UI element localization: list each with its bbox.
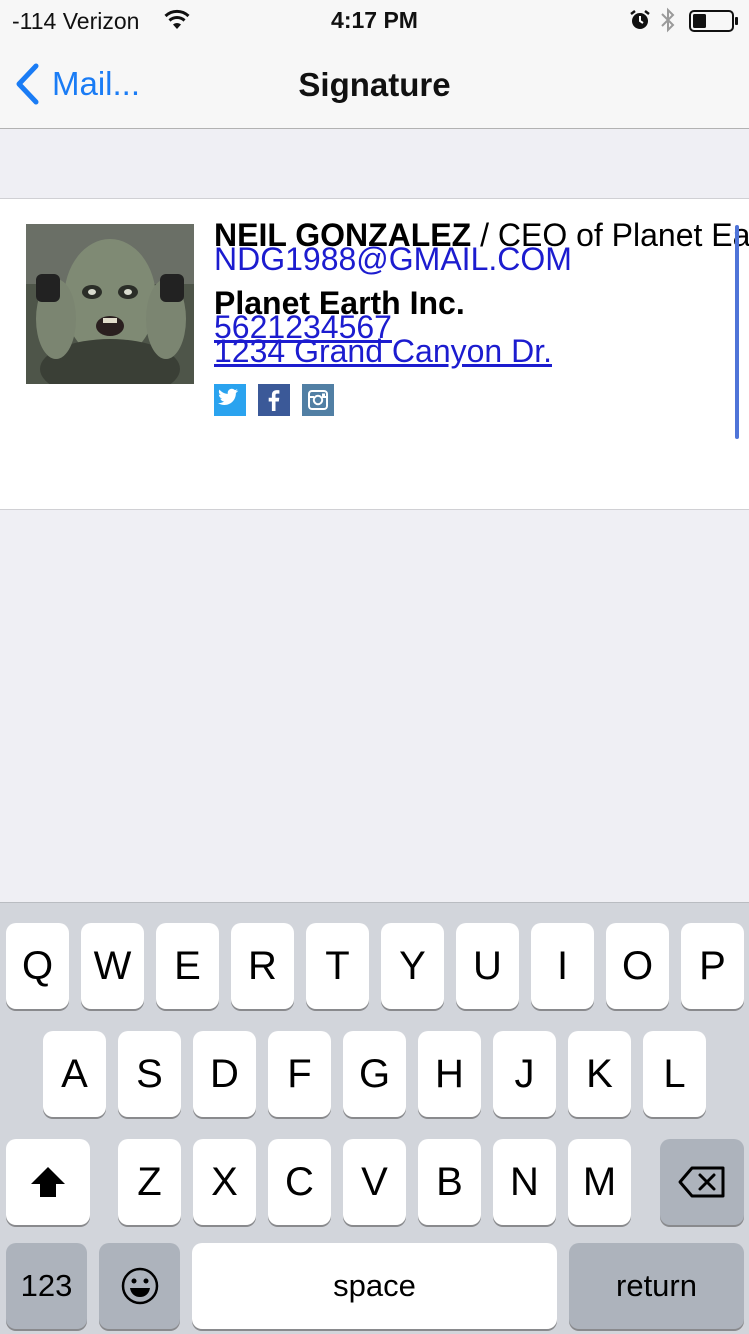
emoji-key[interactable] — [99, 1243, 180, 1329]
key-d[interactable]: D — [193, 1031, 256, 1117]
delete-key[interactable] — [660, 1139, 744, 1225]
key-r[interactable]: R — [231, 923, 294, 1009]
key-k[interactable]: K — [568, 1031, 631, 1117]
key-x[interactable]: X — [193, 1139, 256, 1225]
signature-address-link[interactable]: 1234 Grand Canyon Dr. — [214, 333, 552, 370]
key-g[interactable]: G — [343, 1031, 406, 1117]
key-j[interactable]: J — [493, 1031, 556, 1117]
space-key[interactable]: space — [192, 1243, 557, 1329]
keyboard: Q W E R T Y U I O P A S D F G H J K L Z … — [0, 902, 749, 1334]
key-s[interactable]: S — [118, 1031, 181, 1117]
key-e[interactable]: E — [156, 923, 219, 1009]
signature-email-link[interactable]: NDG1988@GMAIL.COM — [214, 241, 572, 278]
scroll-indicator[interactable] — [735, 225, 739, 439]
key-h[interactable]: H — [418, 1031, 481, 1117]
key-b[interactable]: B — [418, 1139, 481, 1225]
delete-icon — [677, 1165, 727, 1199]
key-t[interactable]: T — [306, 923, 369, 1009]
shift-icon — [28, 1162, 68, 1202]
key-a[interactable]: A — [43, 1031, 106, 1117]
alarm-icon — [629, 9, 651, 31]
page-title: Signature — [298, 66, 451, 103]
key-o[interactable]: O — [606, 923, 669, 1009]
key-m[interactable]: M — [568, 1139, 631, 1225]
navigation-bar: Mail... Signature — [0, 40, 749, 129]
key-z[interactable]: Z — [118, 1139, 181, 1225]
status-bar: -114 Verizon 4:17 PM — [0, 0, 749, 40]
key-f[interactable]: F — [268, 1031, 331, 1117]
key-w[interactable]: W — [81, 923, 144, 1009]
signature-editor[interactable]: NEIL GONZALEZ / CEO of Planet Ea NDG1988… — [0, 198, 749, 510]
numbers-key[interactable]: 123 — [6, 1243, 87, 1329]
key-n[interactable]: N — [493, 1139, 556, 1225]
social-links — [214, 384, 334, 416]
twitter-icon[interactable] — [214, 384, 246, 416]
facebook-icon[interactable] — [258, 384, 290, 416]
key-y[interactable]: Y — [381, 923, 444, 1009]
instagram-icon[interactable] — [302, 384, 334, 416]
key-u[interactable]: U — [456, 923, 519, 1009]
key-c[interactable]: C — [268, 1139, 331, 1225]
key-p[interactable]: P — [681, 923, 744, 1009]
signature-text[interactable]: NEIL GONZALEZ / CEO of Planet Ea NDG1988… — [214, 199, 749, 509]
emoji-icon — [120, 1266, 160, 1306]
return-key[interactable]: return — [569, 1243, 744, 1329]
signature-photo — [26, 224, 194, 384]
key-v[interactable]: V — [343, 1139, 406, 1225]
key-i[interactable]: I — [531, 923, 594, 1009]
key-l[interactable]: L — [643, 1031, 706, 1117]
key-q[interactable]: Q — [6, 923, 69, 1009]
shift-key[interactable] — [6, 1139, 90, 1225]
bluetooth-icon — [660, 7, 676, 33]
battery-icon — [689, 10, 739, 32]
